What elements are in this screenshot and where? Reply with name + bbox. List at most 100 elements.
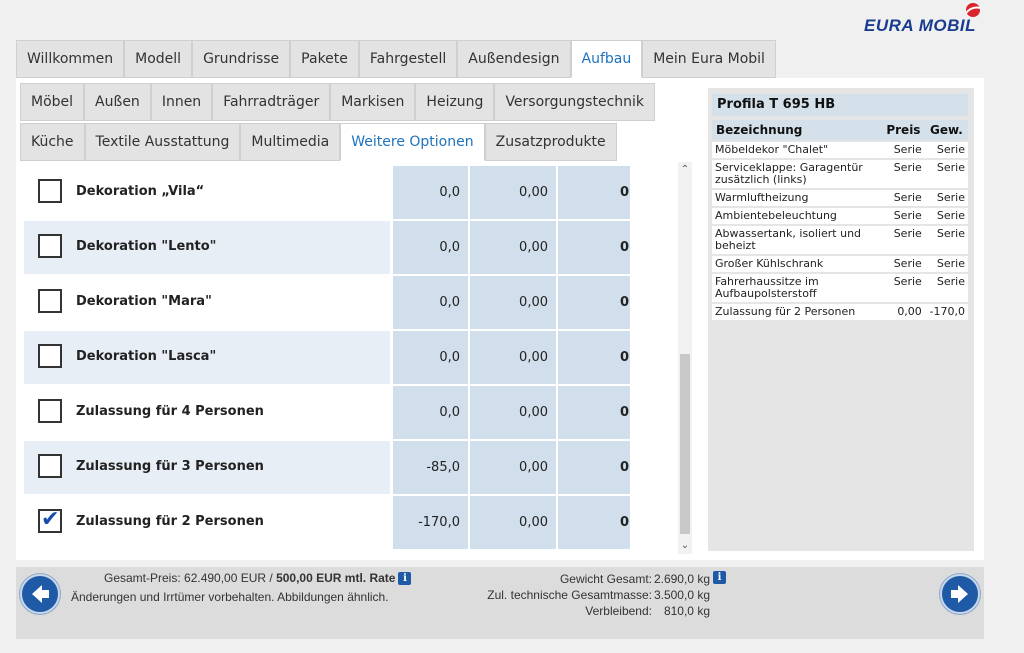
summary-row: Großer Kühlschrank Serie Serie [712, 256, 968, 272]
option-name-cell[interactable]: Zulassung für 4 Personen [24, 386, 390, 439]
option-row[interactable]: Dekoration "Mara" 0,0 0,00 0 [24, 276, 630, 329]
tab-sub1-1[interactable]: Außen [84, 83, 151, 121]
total-price: Gesamt-Preis: 62.490,00 EUR / 500,00 EUR… [104, 571, 412, 586]
tab-sub1-6[interactable]: Versorgungstechnik [494, 83, 656, 121]
summary-title: Profila T 695 HB [712, 94, 968, 116]
summary-row: Zulassung für 2 Personen 0,00 -170,0 [712, 304, 968, 320]
option-row[interactable]: Zulassung für 3 Personen -85,0 0,00 0 [24, 441, 630, 494]
previous-button[interactable] [20, 574, 60, 614]
summary-item-weight: Serie [924, 190, 968, 206]
option-name-cell[interactable]: ✔ Zulassung für 2 Personen [24, 496, 390, 549]
main-tabs: Willkommen Modell Grundrisse Pakete Fahrgest… [16, 40, 776, 78]
option-name-cell[interactable]: Zulassung für 3 Personen [24, 441, 390, 494]
weight-info-icon[interactable]: i [713, 571, 726, 584]
summary-item-weight: Serie [924, 142, 968, 158]
option-price: 0,0 [393, 331, 468, 384]
option-checkbox[interactable]: ✔ [38, 508, 62, 533]
tab-main-2[interactable]: Grundrisse [192, 40, 291, 78]
summary-item-name: Ambientebeleuchtung [712, 208, 882, 224]
tab-main-0[interactable]: Willkommen [16, 40, 125, 78]
tab-sub2-3[interactable]: Weitere Optionen [340, 123, 485, 161]
logo-text: EURA MOBIL [864, 16, 977, 35]
option-checkbox[interactable] [38, 289, 62, 313]
tab-sub1-2[interactable]: Innen [150, 83, 213, 121]
logo-mark-icon [965, 3, 981, 17]
option-weight: 0,00 [470, 441, 556, 494]
eura-mobil-logo[interactable]: EURA MOBIL [862, 2, 988, 36]
scroll-down-icon[interactable]: ⌄ [678, 538, 692, 554]
summary-row: Warmluftheizung Serie Serie [712, 190, 968, 206]
option-row[interactable]: ✔ Zulassung für 2 Personen -170,0 0,00 0 [24, 496, 630, 549]
tab-sub2-2[interactable]: Multimedia [240, 123, 341, 161]
tab-main-7[interactable]: Mein Eura Mobil [642, 40, 776, 78]
option-name-cell[interactable]: Dekoration "Mara" [24, 276, 390, 329]
option-weight: 0,00 [470, 386, 556, 439]
option-name: Zulassung für 4 Personen [76, 404, 264, 419]
scroll-up-icon[interactable]: ⌃ [678, 162, 692, 178]
option-price: 0,0 [393, 166, 468, 219]
option-extra: 0 [558, 221, 630, 274]
summary-item-name: Abwassertank, isoliert und beheizt [712, 226, 882, 254]
summary-item-price: 0,00 [882, 304, 925, 320]
remaining-value: 810,0 kg [663, 604, 710, 618]
option-checkbox[interactable] [38, 179, 62, 203]
option-checkbox[interactable] [38, 344, 62, 368]
option-checkbox[interactable] [38, 399, 62, 423]
remaining: Verbleibend: 810,0 kg [486, 603, 726, 619]
weight-total-value: 2.690,0 kg [653, 572, 710, 586]
scroll-thumb[interactable] [680, 354, 690, 534]
option-price: -85,0 [393, 441, 468, 494]
tab-sub2-0[interactable]: Küche [20, 123, 85, 161]
summary-item-name: Serviceklappe: Garagentür zusätzlich (li… [712, 160, 882, 188]
option-row[interactable]: Zulassung für 4 Personen 0,0 0,00 0 [24, 386, 630, 439]
summary-item-price: Serie [882, 274, 925, 302]
option-name-cell[interactable]: Dekoration "Lasca" [24, 331, 390, 384]
option-row[interactable]: Dekoration „Vila“ 0,0 0,00 0 [24, 166, 630, 219]
remaining-label: Verbleibend: [585, 604, 652, 618]
tab-sub2-1[interactable]: Textile Ausstattung [84, 123, 241, 161]
summary-item-price: Serie [882, 142, 925, 158]
option-row[interactable]: Dekoration "Lento" 0,0 0,00 0 [24, 221, 630, 274]
tech-mass: Zul. technische Gesamtmasse: 3.500,0 kg [486, 587, 726, 603]
price-info-icon[interactable]: i [398, 572, 412, 586]
option-name-cell[interactable]: Dekoration "Lento" [24, 221, 390, 274]
summary-item-price: Serie [882, 226, 925, 254]
option-name: Dekoration "Mara" [76, 294, 212, 309]
summary-item-name: Möbeldekor "Chalet" [712, 142, 882, 158]
option-extra: 0 [558, 386, 630, 439]
option-name: Zulassung für 2 Personen [76, 514, 264, 529]
option-name: Dekoration "Lasca" [76, 349, 217, 364]
tab-main-3[interactable]: Pakete [290, 40, 359, 78]
option-price: -170,0 [393, 496, 468, 549]
options-scrollbar[interactable]: ⌃ ⌄ [678, 162, 692, 554]
option-extra: 0 [558, 276, 630, 329]
disclaimer: Änderungen und Irrtümer vorbehalten. Abb… [71, 590, 389, 604]
option-checkbox[interactable] [38, 234, 62, 258]
option-checkbox[interactable] [38, 454, 62, 478]
tech-mass-label: Zul. technische Gesamtmasse: [487, 588, 652, 602]
summary-item-name: Großer Kühlschrank [712, 256, 882, 272]
summary-item-price: Serie [882, 256, 925, 272]
tab-main-6[interactable]: Aufbau [570, 40, 643, 78]
summary-item-weight: Serie [924, 256, 968, 272]
tab-main-1[interactable]: Modell [124, 40, 193, 78]
summary-row: Serviceklappe: Garagentür zusätzlich (li… [712, 160, 968, 188]
tab-main-5[interactable]: Außendesign [457, 40, 571, 78]
summary-item-weight: Serie [924, 208, 968, 224]
tab-main-4[interactable]: Fahrgestell [358, 40, 458, 78]
tab-sub1-4[interactable]: Markisen [330, 83, 416, 121]
footer-bar: Gesamt-Preis: 62.490,00 EUR / 500,00 EUR… [16, 567, 984, 639]
option-row[interactable]: Dekoration "Lasca" 0,0 0,00 0 [24, 331, 630, 384]
option-price: 0,0 [393, 221, 468, 274]
option-name-cell[interactable]: Dekoration „Vila“ [24, 166, 390, 219]
next-button[interactable] [940, 574, 980, 614]
tab-sub1-5[interactable]: Heizung [415, 83, 495, 121]
summary-item-price: Serie [882, 160, 925, 188]
summary-item-weight: -170,0 [924, 304, 968, 320]
summary-row: Fahrerhaussitze im Aufbaupolsterstoff Ser… [712, 274, 968, 302]
weight-total-label: Gewicht Gesamt: [559, 572, 652, 586]
tab-sub2-4[interactable]: Zusatzprodukte [484, 123, 617, 161]
tab-sub1-3[interactable]: Fahrradträger [212, 83, 331, 121]
tab-sub1-0[interactable]: Möbel [20, 83, 85, 121]
summary-header-row: Bezeichnung Preis Gew. [712, 120, 968, 140]
